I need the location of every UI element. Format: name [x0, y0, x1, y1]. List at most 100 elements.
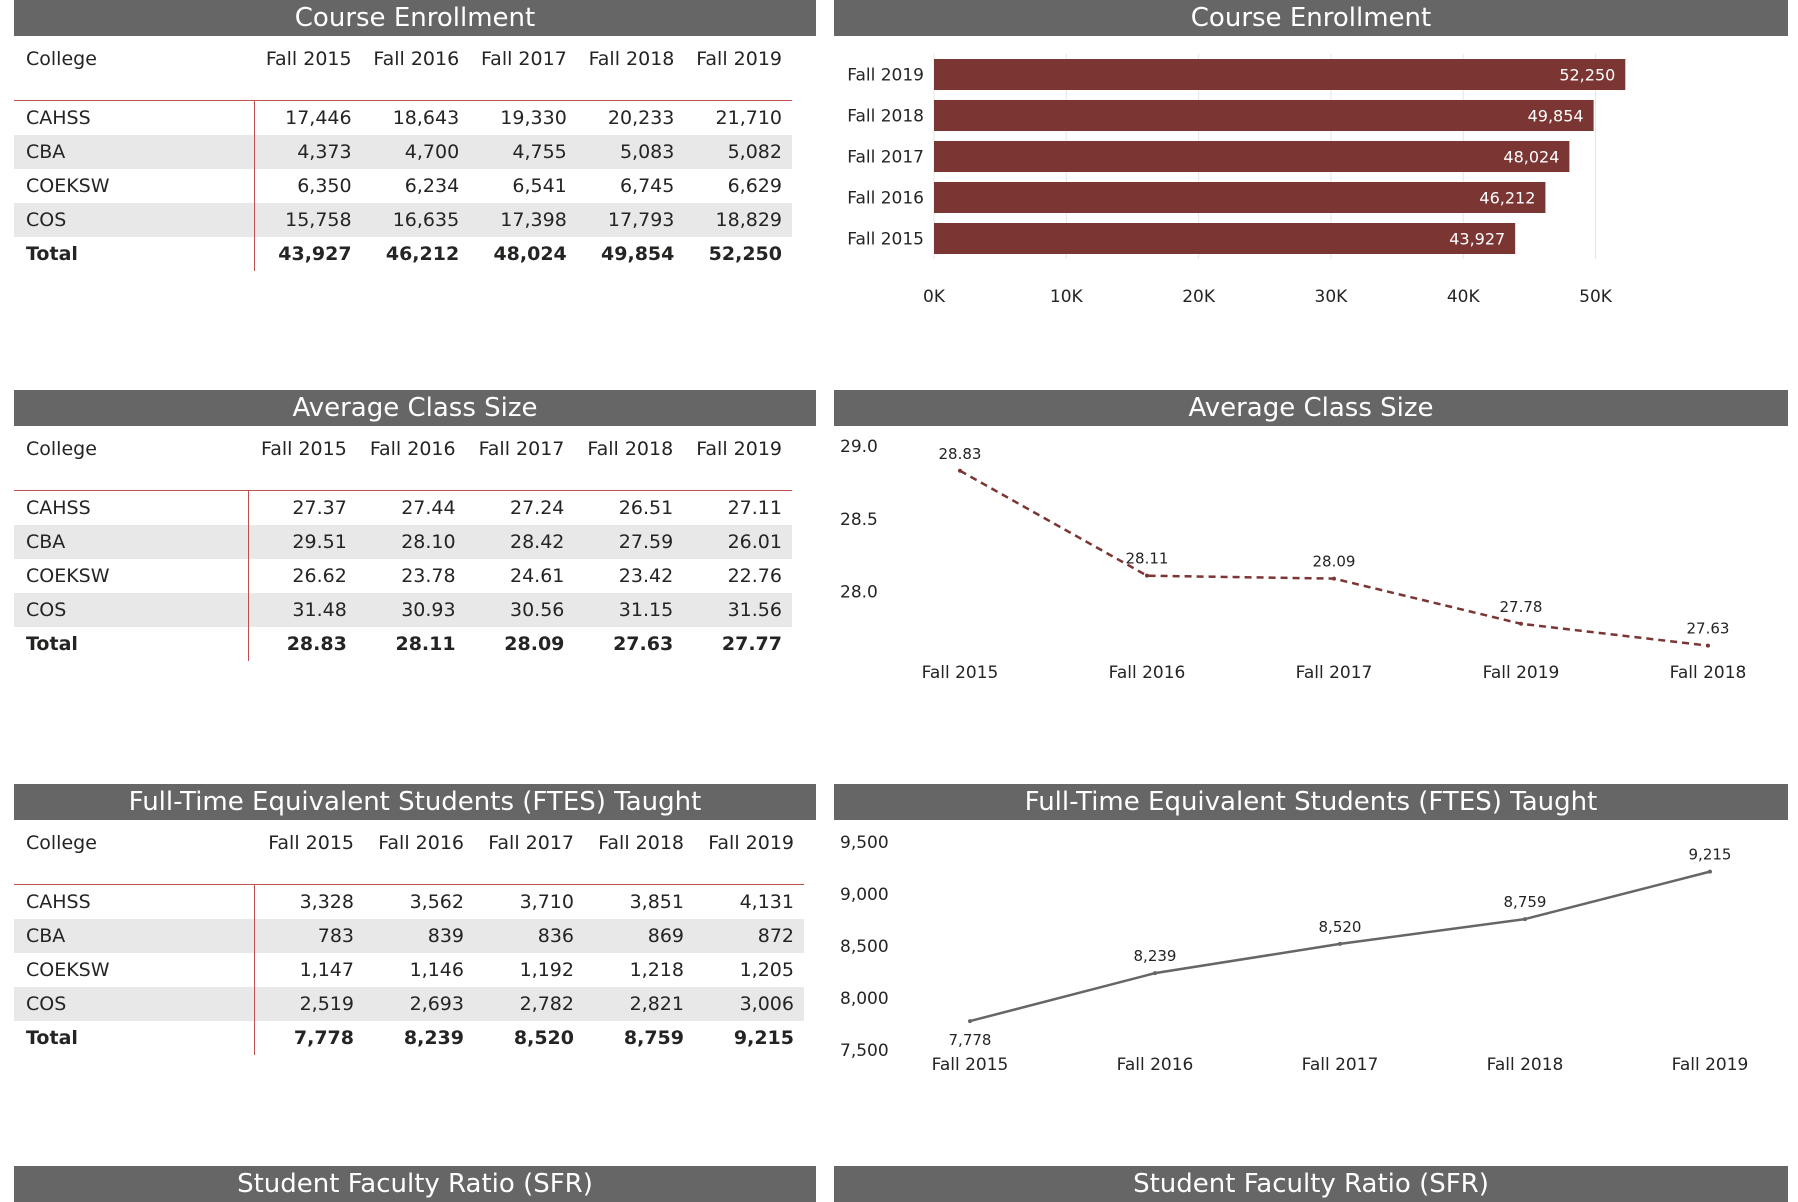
class-size-table-title: Average Class Size — [14, 390, 816, 426]
row-label: CBA — [14, 919, 255, 953]
table-cell: 49,854 — [601, 243, 675, 265]
ftes-table: College Fall 2015 Fall 2016 Fall 2017 Fall 2… — [14, 822, 804, 1055]
class-size-chart-title: Average Class Size — [834, 390, 1788, 426]
table-cell: 27.11 — [727, 497, 782, 519]
x-tick-label: Fall 2019 — [1483, 663, 1560, 683]
column-header: Fall 2015 — [265, 48, 352, 70]
table-cell: 28.42 — [465, 525, 575, 559]
data-label: 48,024 — [1503, 148, 1559, 167]
table-cell: 31.48 — [248, 593, 357, 627]
ftes-table-title: Full-Time Equivalent Students (FTES) Tau… — [14, 784, 816, 820]
table-header-row: College Fall 2015 Fall 2016 Fall 2017 Fall 2… — [14, 428, 792, 491]
table-cell: 21,710 — [715, 107, 782, 129]
table-row: COS 31.48 30.93 30.56 31.15 31.56 — [14, 593, 792, 627]
table-cell: 1,205 — [739, 959, 794, 981]
row-label: CAHSS — [14, 490, 249, 525]
table-cell: 872 — [694, 919, 804, 953]
data-point — [1338, 941, 1342, 946]
table-cell: 3,710 — [519, 891, 574, 913]
column-header: Fall 2015 — [268, 832, 354, 854]
table-cell: 6,234 — [404, 175, 460, 197]
column-header: Fall 2018 — [587, 438, 674, 460]
x-tick-label: Fall 2016 — [1117, 1055, 1194, 1075]
bar — [934, 182, 1546, 213]
table-cell: 27.63 — [613, 633, 674, 655]
table-cell: 27.37 — [292, 497, 347, 519]
series-line — [969, 870, 1711, 1023]
enrollment-chart-title: Course Enrollment — [834, 0, 1788, 36]
data-label: 28.83 — [939, 445, 982, 463]
table-cell: 4,755 — [469, 135, 577, 169]
data-label: 28.09 — [1313, 553, 1356, 571]
data-label: 49,854 — [1528, 107, 1584, 126]
column-header: Fall 2016 — [378, 832, 464, 854]
table-cell: 8,520 — [513, 1027, 574, 1049]
table-cell: 839 — [364, 919, 474, 953]
table-row: CBA 4,373 4,700 4,755 5,083 5,082 — [14, 135, 792, 169]
x-tick-label: Fall 2015 — [932, 1055, 1009, 1075]
table-cell: 23.42 — [618, 565, 674, 587]
table-cell: 6,745 — [619, 175, 675, 197]
column-header: Fall 2019 — [696, 438, 782, 460]
table-cell: 28.10 — [356, 525, 466, 559]
data-point — [1706, 643, 1710, 648]
table-cell: 7,778 — [293, 1027, 354, 1049]
y-tick-label: 28.0 — [840, 583, 878, 603]
table-cell: 2,782 — [474, 987, 584, 1021]
table-cell: 6,350 — [297, 175, 352, 197]
ftes-line-chart: 7,500 8,000 8,500 9,000 9,500 7,778 Fall 2015 8… — [840, 833, 1748, 1075]
table-cell: 5,082 — [684, 135, 792, 169]
row-label: CAHSS — [14, 100, 255, 135]
table-header-row: College Fall 2015 Fall 2016 Fall 2017 Fall 2… — [14, 38, 792, 101]
row-label: Total — [14, 1021, 255, 1055]
table-cell: 26.62 — [292, 565, 347, 587]
column-header: Fall 2019 — [696, 48, 782, 70]
y-tick-label: 28.5 — [840, 510, 878, 530]
row-label: CAHSS — [14, 884, 255, 919]
table-cell: 19,330 — [500, 107, 567, 129]
table-header-row: College Fall 2015 Fall 2016 Fall 2017 Fall 2… — [14, 822, 804, 885]
table-cell: 4,700 — [361, 135, 470, 169]
table-row: CAHSS 17,446 18,643 19,330 20,233 21,710 — [14, 100, 792, 135]
data-label: 7,778 — [949, 1031, 992, 1049]
table-row: CBA 783 839 836 869 872 — [14, 919, 804, 953]
category-label: Fall 2015 — [847, 230, 924, 250]
table-cell: 22.76 — [727, 565, 782, 587]
table-cell: 6,541 — [512, 175, 567, 197]
table-cell: 26.01 — [683, 525, 792, 559]
table-cell: 3,006 — [694, 987, 804, 1021]
data-point — [1523, 917, 1527, 922]
x-tick-label: Fall 2015 — [922, 663, 999, 683]
table-cell: 2,519 — [254, 987, 364, 1021]
y-tick-label: 7,500 — [840, 1041, 889, 1061]
column-header: Fall 2017 — [488, 832, 574, 854]
table-cell: 15,758 — [254, 203, 362, 237]
table-row: COS 15,758 16,635 17,398 17,793 18,829 — [14, 203, 792, 237]
total-row: Total 43,927 46,212 48,024 49,854 52,250 — [14, 237, 792, 271]
table-cell: 43,927 — [278, 243, 352, 265]
table-row: COEKSW 6,350 6,234 6,541 6,745 6,629 — [14, 169, 792, 203]
table-cell: 23.78 — [401, 565, 456, 587]
sfr-table-title: Student Faculty Ratio (SFR) — [14, 1166, 816, 1202]
table-cell: 30.56 — [465, 593, 575, 627]
table-cell: 28.83 — [286, 633, 347, 655]
data-label: 8,239 — [1134, 947, 1177, 965]
row-label: COEKSW — [14, 953, 255, 987]
table-cell: 27.59 — [574, 525, 684, 559]
column-header: Fall 2018 — [598, 832, 684, 854]
row-label: CBA — [14, 135, 255, 169]
data-label: 28.11 — [1126, 550, 1169, 568]
row-label: Total — [14, 237, 255, 271]
x-tick-label: Fall 2017 — [1302, 1055, 1379, 1075]
data-point — [1153, 971, 1157, 976]
tick-label: 50K — [1579, 287, 1613, 307]
table-cell: 8,239 — [403, 1027, 464, 1049]
column-header: Fall 2017 — [481, 48, 567, 70]
table-cell: 20,233 — [607, 107, 675, 129]
tick-label: 0K — [923, 287, 946, 307]
table-row: COEKSW 1,147 1,146 1,192 1,218 1,205 — [14, 953, 804, 987]
category-label: Fall 2016 — [847, 189, 924, 209]
data-point — [1145, 573, 1149, 578]
table-cell: 5,083 — [576, 135, 685, 169]
data-label: 8,520 — [1319, 918, 1362, 936]
